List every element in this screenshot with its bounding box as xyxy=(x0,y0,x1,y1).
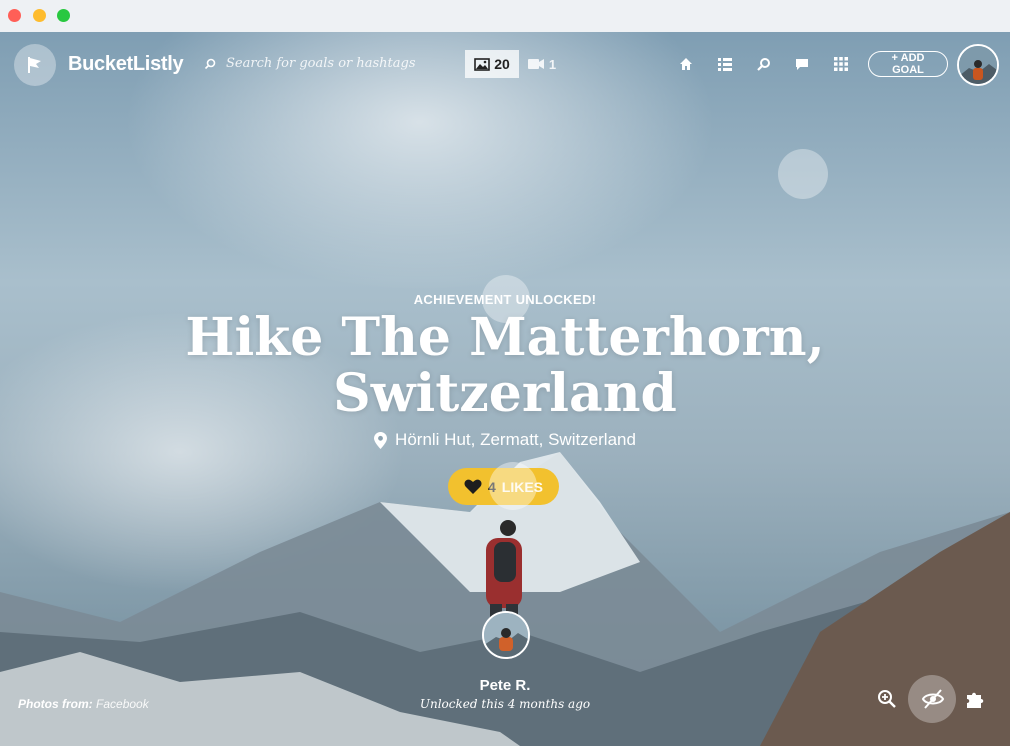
minimize-window-button[interactable] xyxy=(33,9,46,22)
videos-count: 1 xyxy=(548,56,557,72)
ghost-click-indicator xyxy=(482,275,530,323)
map-pin-icon xyxy=(374,431,388,449)
home-icon[interactable] xyxy=(676,54,696,74)
photos-from-label: Photos from: xyxy=(18,697,93,711)
close-window-button[interactable] xyxy=(8,9,21,22)
photos-count: 20 xyxy=(494,56,510,72)
maximize-window-button[interactable] xyxy=(57,9,70,22)
chat-icon[interactable] xyxy=(792,54,812,74)
apps-grid-icon[interactable] xyxy=(831,54,851,74)
zoom-in-icon[interactable] xyxy=(876,688,898,710)
hero-section: BucketListly 20 1 + ADD GOAL xyxy=(0,32,1010,746)
logo-flag-icon[interactable] xyxy=(14,44,56,86)
search-bar[interactable] xyxy=(204,55,428,72)
search-icon[interactable] xyxy=(754,54,774,74)
search-icon xyxy=(204,58,216,69)
brand-name[interactable]: BucketListly xyxy=(68,53,184,76)
hide-eye-icon[interactable] xyxy=(921,688,945,710)
list-icon[interactable] xyxy=(715,54,735,74)
author-avatar[interactable] xyxy=(482,611,530,659)
add-goal-button[interactable]: + ADD GOAL xyxy=(868,51,948,77)
user-avatar[interactable] xyxy=(957,44,999,86)
location-text: Hörnli Hut, Zermatt, Switzerland xyxy=(395,430,636,449)
goal-title: Hike The Matterhorn, Switzerland xyxy=(185,307,825,424)
video-camera-icon xyxy=(527,59,544,69)
unlocked-time: Unlocked this 4 months ago xyxy=(419,697,591,711)
ghost-click-indicator xyxy=(489,462,537,510)
top-navigation-bar: BucketListly 20 1 + ADD GOAL xyxy=(0,32,1010,96)
window-titlebar xyxy=(0,0,1010,33)
photos-source-link[interactable]: Facebook xyxy=(96,697,149,711)
search-input[interactable] xyxy=(224,55,428,72)
goal-location: Hörnli Hut, Zermatt, Switzerland xyxy=(0,430,1010,450)
photos-count-button[interactable]: 20 xyxy=(465,50,519,78)
image-icon xyxy=(474,57,491,71)
author-name[interactable]: Pete R. xyxy=(0,677,1010,694)
heart-icon xyxy=(464,479,482,494)
ghost-click-indicator xyxy=(778,149,828,199)
puzzle-icon[interactable] xyxy=(964,688,986,710)
photos-source: Photos from: Facebook xyxy=(18,697,149,711)
videos-count-button[interactable]: 1 xyxy=(522,50,562,78)
